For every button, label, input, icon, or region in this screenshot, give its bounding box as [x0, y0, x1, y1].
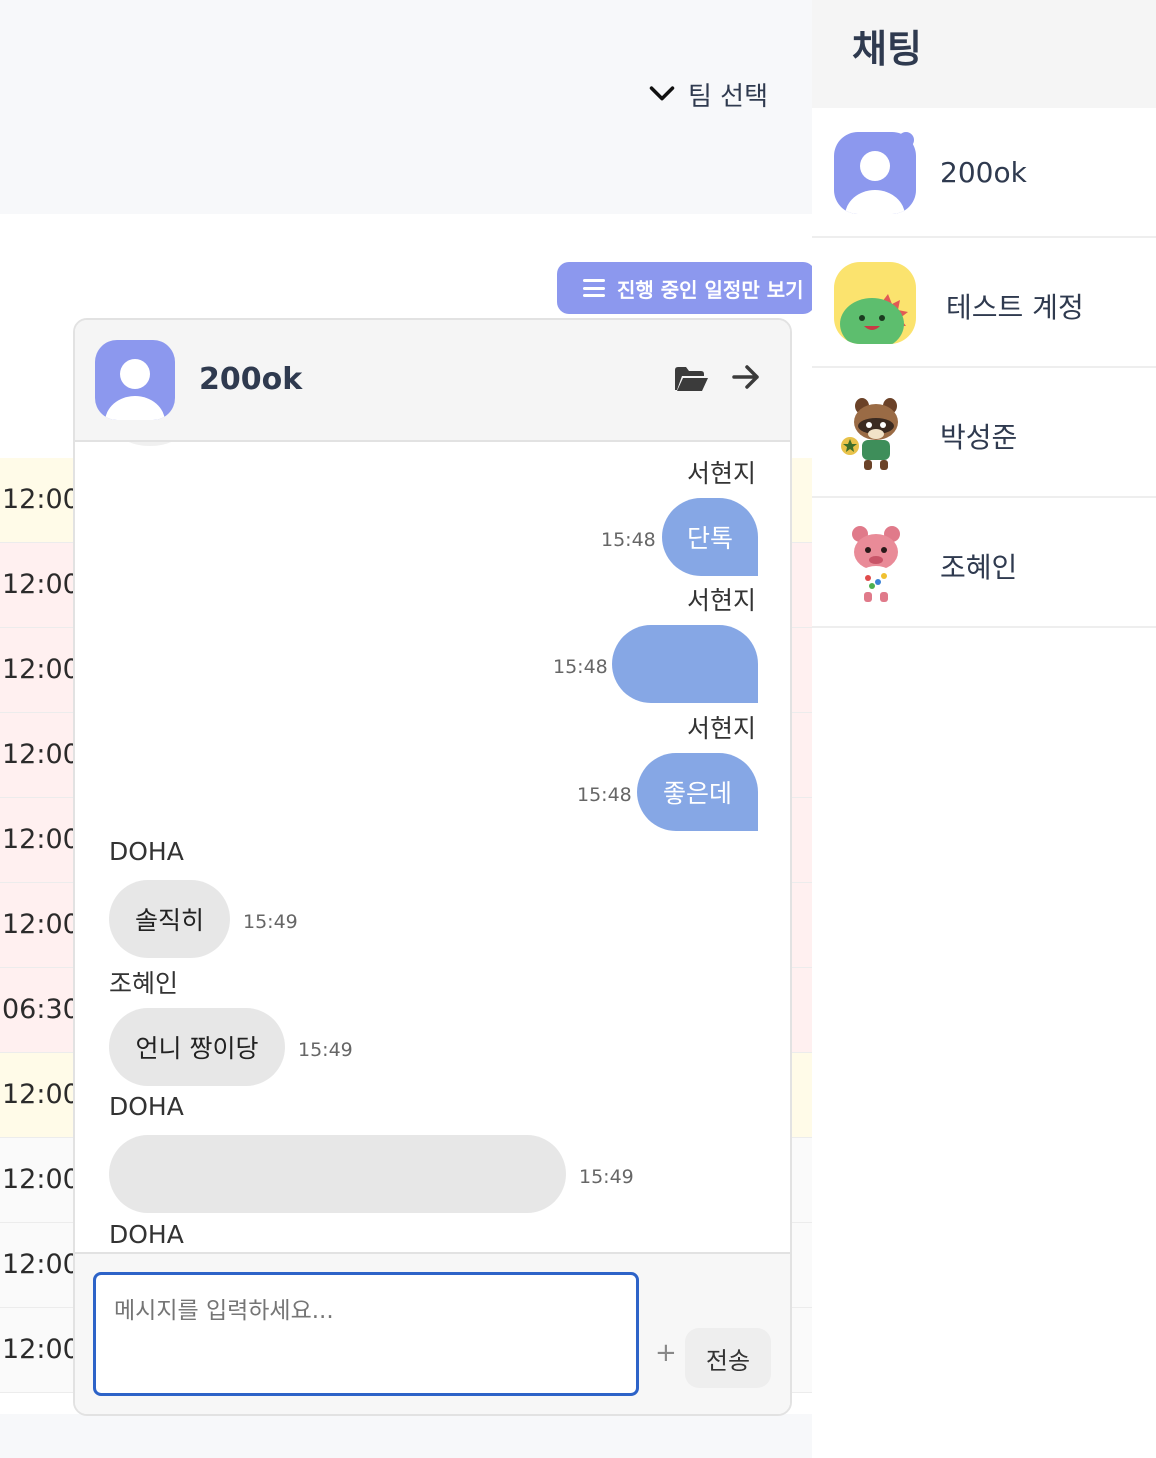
schedule-time: 12:00 — [2, 569, 80, 600]
chat-title: 200ok — [199, 362, 303, 397]
message-time: 15:49 — [298, 1039, 353, 1061]
schedule-time: 12:00 — [2, 824, 80, 855]
message-list[interactable]: 서현지 15:48 단톡 서현지 15:48 서현지 15:48 좋은데 DOH… — [75, 442, 790, 1252]
chat-room-name: 200ok — [940, 156, 1027, 189]
partial-avatar — [117, 442, 183, 446]
folder-open-icon[interactable] — [673, 364, 709, 394]
my-message-bubble[interactable]: 좋은데 — [637, 753, 758, 831]
chevron-down-icon — [649, 86, 675, 101]
message-sender: 서현지 — [686, 714, 756, 743]
chat-window: 200ok 서현지 15:48 단톡 서현지 15:48 서현지 15:48 좋… — [73, 318, 792, 1416]
other-message-bubble[interactable] — [109, 1135, 566, 1213]
schedule-time: 06:30 — [2, 994, 80, 1025]
message-time: 15:48 — [553, 656, 608, 678]
schedule-time: 12:00 — [2, 739, 80, 770]
my-message-bubble[interactable]: 단톡 — [662, 498, 758, 576]
schedule-time: 12:00 — [2, 1079, 80, 1110]
message-sender: DOHA — [109, 1092, 184, 1121]
my-message-bubble[interactable] — [612, 625, 758, 703]
chat-room-name: 박성준 — [940, 421, 1018, 454]
schedule-time: 12:00 — [2, 1164, 80, 1195]
message-sender: 서현지 — [686, 459, 756, 488]
message-time: 15:48 — [577, 784, 632, 806]
schedule-time: 12:00 — [2, 909, 80, 940]
bottom-strip — [0, 1414, 812, 1458]
chat-sidebar: 채팅 200ok 테스트 계정 박성준 조혜인 — [812, 0, 1156, 1458]
message-sender: DOHA — [109, 1220, 184, 1249]
chat-room-name: 테스트 계정 — [946, 291, 1084, 324]
chat-room-item[interactable]: 테스트 계정 — [812, 238, 1156, 368]
ongoing-filter-label: 진행 중인 일정만 보기 — [617, 277, 804, 302]
send-button[interactable]: 전송 — [685, 1328, 771, 1388]
attach-plus-icon[interactable]: + — [655, 1338, 677, 1368]
chat-input-area: + 전송 — [75, 1252, 790, 1414]
chat-room-name: 조혜인 — [940, 551, 1018, 584]
chat-header: 200ok — [75, 320, 790, 442]
schedule-time: 12:00 — [2, 1334, 80, 1365]
team-select-label: 팀 선택 — [688, 81, 769, 112]
message-time: 15:49 — [243, 911, 298, 933]
message-input[interactable] — [93, 1272, 639, 1396]
schedule-time: 12:00 — [2, 1249, 80, 1280]
arrow-right-icon[interactable] — [731, 362, 761, 392]
pink-bear-avatar — [852, 526, 900, 602]
top-header: 팀 선택 — [0, 0, 812, 214]
raccoon-avatar — [841, 398, 898, 470]
message-sender: 조혜인 — [109, 969, 179, 998]
default-user-icon — [834, 132, 916, 214]
user-avatar-icon — [95, 340, 175, 420]
chat-room-item[interactable]: 200ok — [812, 108, 1156, 238]
schedule-time: 12:00 — [2, 484, 80, 515]
other-message-bubble[interactable]: 솔직히 — [109, 880, 230, 958]
message-time: 15:48 — [601, 529, 656, 551]
chat-room-item[interactable]: 박성준 — [812, 368, 1156, 498]
sidebar-title: 채팅 — [852, 27, 922, 71]
team-select-dropdown[interactable]: 팀 선택 — [648, 76, 768, 112]
menu-icon — [583, 279, 605, 297]
message-sender: 서현지 — [686, 586, 756, 615]
green-dino-avatar — [834, 262, 916, 344]
ongoing-filter-button[interactable]: 진행 중인 일정만 보기 — [557, 262, 812, 314]
message-time: 15:49 — [579, 1166, 634, 1188]
message-sender: DOHA — [109, 837, 184, 866]
other-message-bubble[interactable]: 언니 짱이당 — [109, 1008, 285, 1086]
chat-room-item[interactable]: 조혜인 — [812, 498, 1156, 628]
schedule-time: 12:00 — [2, 654, 80, 685]
